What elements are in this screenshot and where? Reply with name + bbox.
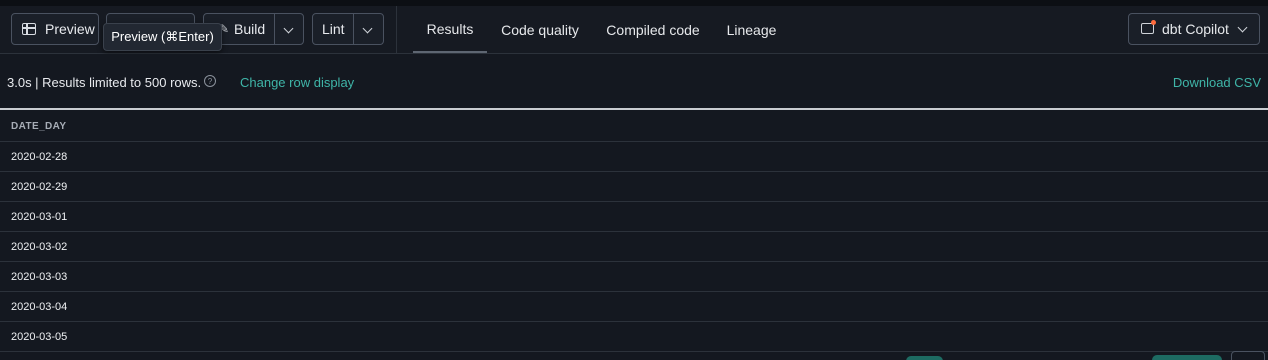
download-csv-link[interactable]: Download CSV [1173, 75, 1261, 90]
preview-tooltip-text: Preview (⌘Enter) [111, 29, 214, 44]
table-row[interactable]: 2020-03-01 [0, 202, 1268, 232]
copilot-chevron-down-icon [1237, 22, 1248, 33]
build-dropdown-chevron-icon[interactable] [283, 23, 294, 34]
table-icon [22, 23, 36, 35]
column-header-date-day[interactable]: DATE_DAY [11, 121, 66, 132]
lint-dropdown-chevron-icon[interactable] [362, 23, 373, 34]
build-split-divider [274, 14, 275, 44]
table-header: DATE_DAY [0, 112, 1268, 142]
table-cell: 2020-02-28 [11, 150, 68, 163]
tab-lineage-label: Lineage [726, 21, 777, 38]
results-table: DATE_DAY 2020-02-28 2020-02-29 2020-03-0… [0, 112, 1268, 352]
tab-results-label: Results [426, 20, 474, 37]
copilot-notification-dot [1151, 20, 1156, 25]
preview-button-label: Preview [45, 21, 95, 37]
table-cell: 2020-03-02 [11, 240, 68, 253]
table-cell: 2020-03-04 [11, 300, 68, 313]
preview-tooltip: Preview (⌘Enter) [103, 23, 222, 51]
table-cell: 2020-03-01 [11, 210, 68, 223]
table-row[interactable]: 2020-03-05 [0, 322, 1268, 352]
table-row[interactable]: 2020-02-28 [0, 142, 1268, 172]
tab-compiled-code[interactable]: Compiled code [601, 6, 705, 53]
table-row[interactable]: 2020-02-29 [0, 172, 1268, 202]
tab-code-quality-label: Code quality [501, 21, 579, 38]
table-cell: 2020-03-03 [11, 270, 68, 283]
results-status-bar: 3.0s | Results limited to 500 rows. ? Ch… [0, 54, 1268, 110]
preview-button[interactable]: Preview [11, 13, 99, 45]
bottom-action-button-partial[interactable] [1152, 355, 1222, 360]
results-meta: 3.0s | Results limited to 500 rows. [7, 75, 202, 90]
help-icon[interactable]: ? [204, 75, 216, 87]
results-panel: Preview ✎ Build Lint Results Code qualit… [0, 0, 1268, 360]
tab-code-quality[interactable]: Code quality [495, 6, 585, 53]
lint-button[interactable]: Lint [312, 13, 384, 45]
tab-compiled-code-label: Compiled code [606, 21, 700, 38]
table-row[interactable]: 2020-03-02 [0, 232, 1268, 262]
change-row-display-link[interactable]: Change row display [240, 75, 354, 90]
table-row[interactable]: 2020-03-04 [0, 292, 1268, 322]
table-row[interactable]: 2020-03-03 [0, 262, 1268, 292]
toolbar-divider [396, 6, 397, 54]
tab-lineage[interactable]: Lineage [721, 6, 782, 53]
lint-split-divider [353, 14, 354, 44]
dbt-copilot-button[interactable]: dbt Copilot [1128, 13, 1260, 45]
table-cell: 2020-03-05 [11, 330, 68, 343]
build-button-label: Build [234, 21, 266, 37]
bottom-control-partial[interactable] [906, 356, 943, 360]
bottom-secondary-button-partial[interactable] [1231, 351, 1265, 360]
table-cell: 2020-02-29 [11, 180, 68, 193]
lint-button-label: Lint [322, 21, 345, 37]
dbt-copilot-label: dbt Copilot [1162, 21, 1229, 37]
tab-results[interactable]: Results [413, 6, 487, 53]
